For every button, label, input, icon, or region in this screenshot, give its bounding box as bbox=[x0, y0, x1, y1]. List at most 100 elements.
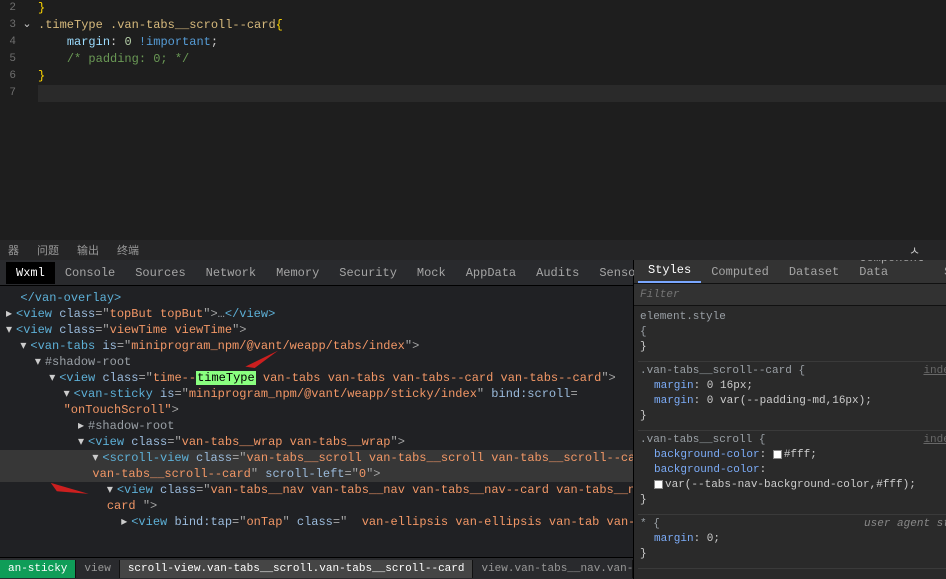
devtools-left-pane: Wxml Console Sources Network Memory Secu… bbox=[0, 260, 634, 579]
selector[interactable]: .van-tabs__scroll bbox=[640, 434, 759, 446]
tab-console[interactable]: Console bbox=[55, 262, 125, 284]
expand-icon[interactable]: ▸ bbox=[78, 418, 88, 434]
subtab-dataset[interactable]: Dataset bbox=[779, 261, 849, 283]
styles-subtabs: Styles Computed Dataset Component Data S… bbox=[634, 260, 946, 284]
subtab-scope[interactable]: Sco bbox=[934, 261, 946, 283]
expand-icon[interactable]: ▸ bbox=[121, 514, 131, 530]
dom-node[interactable]: ▾<view class="time--timeType van-tabs va… bbox=[0, 370, 633, 386]
styles-filter bbox=[634, 284, 946, 306]
devtools-right-pane: Styles Computed Dataset Component Data S… bbox=[634, 260, 946, 579]
crumb[interactable]: view.van-tabs__nav.van-tabs__nav--card bbox=[473, 560, 633, 578]
brace: } bbox=[38, 1, 45, 15]
collapse-icon[interactable]: ▾ bbox=[92, 450, 102, 466]
crumb-selected[interactable]: scroll-view.van-tabs__scroll.van-tabs__s… bbox=[120, 560, 474, 578]
brace: { bbox=[276, 18, 283, 32]
dom-node-cont[interactable]: card "> bbox=[0, 498, 633, 514]
terminal-tab-output[interactable]: 输出 bbox=[77, 242, 99, 258]
dom-breadcrumb[interactable]: an-sticky view scroll-view.van-tabs__scr… bbox=[0, 557, 633, 579]
css-declaration-overridden[interactable]: background-color: #fff; bbox=[640, 448, 946, 463]
crumb[interactable]: an-sticky bbox=[0, 560, 76, 578]
line-number: 5 bbox=[0, 51, 20, 68]
css-declaration[interactable]: var(--tabs-nav-background-color,#fff); bbox=[640, 478, 946, 493]
dom-node[interactable]: ▸<view class="topBut topBut">…</view> bbox=[0, 306, 633, 322]
code-content[interactable]: } .timeType .van-tabs__scroll--card{ mar… bbox=[38, 0, 946, 102]
devtools-main-tabs: Wxml Console Sources Network Memory Secu… bbox=[0, 260, 633, 286]
dom-node[interactable]: ▾<view class="van-tabs__nav van-tabs__na… bbox=[0, 482, 633, 498]
panel-collapse-icon[interactable]: ㅅ bbox=[909, 242, 920, 259]
search-highlight: timeType bbox=[196, 371, 256, 385]
tab-audits[interactable]: Audits bbox=[526, 262, 589, 284]
filter-input[interactable] bbox=[634, 284, 946, 305]
line-number: 2 bbox=[0, 0, 20, 17]
fold-toggle-icon[interactable]: ⌄ bbox=[20, 17, 34, 34]
dom-node-selected-cont[interactable]: van-tabs__scroll--card" scroll-left="0"> bbox=[0, 466, 633, 482]
subtab-styles[interactable]: Styles bbox=[638, 259, 701, 283]
color-swatch-icon[interactable] bbox=[773, 450, 782, 459]
collapse-icon[interactable]: ▾ bbox=[20, 338, 30, 354]
collapse-icon[interactable]: ▾ bbox=[49, 370, 59, 386]
collapse-icon[interactable]: ▾ bbox=[78, 434, 88, 450]
code-editor[interactable]: 2 3 4 5 6 7 ⌄ } .timeType .van-tabs__scr… bbox=[0, 0, 946, 240]
css-declaration[interactable]: background-color: bbox=[640, 463, 946, 478]
dom-node[interactable]: ▾<view class="viewTime viewTime"> bbox=[0, 322, 633, 338]
css-selector: .timeType .van-tabs__scroll--card bbox=[38, 18, 276, 32]
selector[interactable]: .van-tabs__scroll--card bbox=[640, 365, 798, 377]
css-comment: /* padding: 0; */ bbox=[67, 52, 189, 66]
terminal-tab[interactable]: 器 bbox=[8, 242, 19, 258]
css-property: margin bbox=[67, 35, 110, 49]
dom-node[interactable]: ▾<van-sticky is="miniprogram_npm/@vant/w… bbox=[0, 386, 633, 402]
selector[interactable]: * bbox=[640, 518, 653, 530]
collapse-icon[interactable]: ▾ bbox=[6, 322, 16, 338]
line-number: 6 bbox=[0, 68, 20, 85]
css-declaration[interactable]: margin: 0 var(--padding-md,16px); bbox=[640, 394, 946, 409]
line-gutter: 2 3 4 5 6 7 bbox=[0, 0, 20, 240]
dom-node-cont[interactable]: "onTouchScroll"> bbox=[0, 402, 633, 418]
tab-network[interactable]: Network bbox=[196, 262, 266, 284]
css-important: !important bbox=[139, 35, 211, 49]
dom-node[interactable]: </van-overlay> bbox=[0, 290, 633, 306]
subtab-computed[interactable]: Computed bbox=[701, 261, 779, 283]
tab-memory[interactable]: Memory bbox=[266, 262, 329, 284]
line-number: 4 bbox=[0, 34, 20, 51]
terminal-tab-problems[interactable]: 问题 bbox=[37, 242, 59, 258]
fold-gutter: ⌄ bbox=[20, 0, 34, 34]
line-number: 3 bbox=[0, 17, 20, 34]
crumb[interactable]: view bbox=[76, 560, 119, 578]
terminal-tab-terminal[interactable]: 终端 bbox=[117, 242, 139, 258]
collapse-icon[interactable]: ▾ bbox=[107, 482, 117, 498]
dom-node[interactable]: ▾<van-tabs is="miniprogram_npm/@vant/wea… bbox=[0, 338, 633, 354]
dom-node[interactable]: ▸<view bind:tap="onTap" class=" van-elli… bbox=[0, 514, 633, 530]
source-link[interactable]: index.w bbox=[923, 433, 946, 448]
css-value: 0 bbox=[124, 35, 138, 49]
dom-shadow-root[interactable]: ▾#shadow-root bbox=[0, 354, 633, 370]
css-declaration-overridden[interactable]: margin: 0 16px; bbox=[640, 379, 946, 394]
ua-stylesheet-label: user agent style bbox=[864, 517, 946, 532]
terminal-tabbar[interactable]: 器 问题 输出 终端 ㅅ bbox=[0, 240, 946, 260]
tab-appdata[interactable]: AppData bbox=[456, 262, 526, 284]
style-rule[interactable]: .van-tabs__scroll {index.w background-co… bbox=[638, 431, 946, 515]
tab-security[interactable]: Security bbox=[329, 262, 407, 284]
style-rule-element[interactable]: element.style { } bbox=[638, 308, 946, 362]
tab-sources[interactable]: Sources bbox=[125, 262, 195, 284]
tab-mock[interactable]: Mock bbox=[407, 262, 456, 284]
collapse-icon[interactable]: ▾ bbox=[35, 354, 45, 370]
styles-body[interactable]: element.style { } .van-tabs__scroll--car… bbox=[634, 306, 946, 579]
dom-tree[interactable]: </van-overlay> ▸<view class="topBut topB… bbox=[0, 286, 633, 557]
style-rule-ua[interactable]: * {user agent style margin: 0; } bbox=[638, 515, 946, 569]
color-swatch-icon[interactable] bbox=[654, 480, 663, 489]
terminal-controls: ㅅ bbox=[909, 242, 938, 259]
collapse-icon[interactable]: ▾ bbox=[64, 386, 74, 402]
devtools: Wxml Console Sources Network Memory Secu… bbox=[0, 260, 946, 579]
line-number: 7 bbox=[0, 85, 20, 102]
expand-icon[interactable]: ▸ bbox=[6, 306, 16, 322]
selector[interactable]: element.style bbox=[640, 310, 726, 325]
dom-shadow-root[interactable]: ▸#shadow-root bbox=[0, 418, 633, 434]
tab-wxml[interactable]: Wxml bbox=[6, 262, 55, 284]
css-declaration-overridden[interactable]: margin: 0; bbox=[640, 532, 946, 547]
dom-node-selected[interactable]: ▾<scroll-view class="van-tabs__scroll va… bbox=[0, 450, 633, 466]
source-link[interactable]: index.w bbox=[923, 364, 946, 379]
dom-node[interactable]: ▾<view class="van-tabs__wrap van-tabs__w… bbox=[0, 434, 633, 450]
brace: } bbox=[38, 69, 45, 83]
active-line[interactable] bbox=[38, 85, 946, 102]
style-rule[interactable]: .van-tabs__scroll--card {index.w margin:… bbox=[638, 362, 946, 431]
